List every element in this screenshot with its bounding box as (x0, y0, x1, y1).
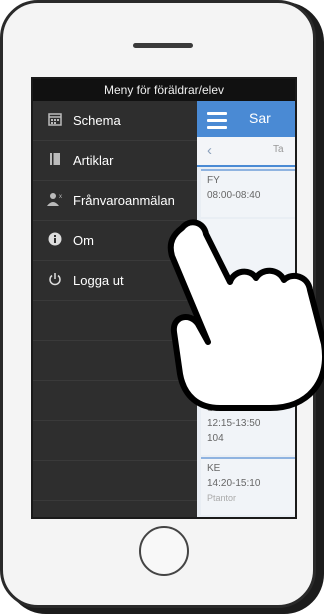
lesson-footer-fragment: Ptantor (207, 493, 237, 503)
menu-item-label: Schema (73, 113, 121, 128)
schedule-subheader: ‹ Ta (197, 137, 295, 167)
lesson-subject: FY (207, 175, 220, 186)
lesson-time: 12:15-13:50 (207, 418, 261, 429)
menu-header: Meny för föräldrar/elev (33, 79, 295, 101)
schedule-title: Sar (249, 110, 271, 126)
menu-item-label: Logga ut (73, 273, 124, 288)
lesson-card[interactable]: KE 14:20-15:10 Ptantor (201, 457, 295, 515)
menu-divider (33, 500, 197, 501)
lesson-card[interactable]: FY 08:00-08:40 (201, 169, 295, 217)
book-icon (45, 152, 65, 170)
info-icon (45, 232, 65, 250)
menu-item-label: Frånvaroanmälan (73, 193, 175, 208)
menu-divider (33, 460, 197, 461)
lesson-time: 08:00-08:40 (207, 190, 261, 201)
lesson-subject: KE (207, 463, 221, 474)
phone-speaker (133, 43, 193, 48)
menu-item-artiklar[interactable]: Artiklar (33, 141, 197, 181)
calendar-icon (45, 112, 65, 130)
menu-divider (33, 420, 197, 421)
chevron-left-icon[interactable]: ‹ (207, 142, 212, 159)
home-button[interactable] (139, 526, 189, 576)
lesson-time: 14:20-15:10 (207, 478, 261, 489)
lesson-room: 104 (207, 433, 224, 444)
schedule-subtitle: Ta (273, 144, 284, 155)
hamburger-menu-icon[interactable] (207, 112, 227, 133)
pointing-hand-icon (167, 219, 324, 411)
schedule-header: Sar (197, 101, 295, 137)
menu-item-schema[interactable]: Schema (33, 101, 197, 141)
power-icon (45, 272, 65, 290)
svg-text:x: x (59, 194, 62, 200)
user-icon: x (45, 192, 65, 210)
menu-item-label: Om (73, 233, 94, 248)
menu-item-label: Artiklar (73, 153, 114, 168)
